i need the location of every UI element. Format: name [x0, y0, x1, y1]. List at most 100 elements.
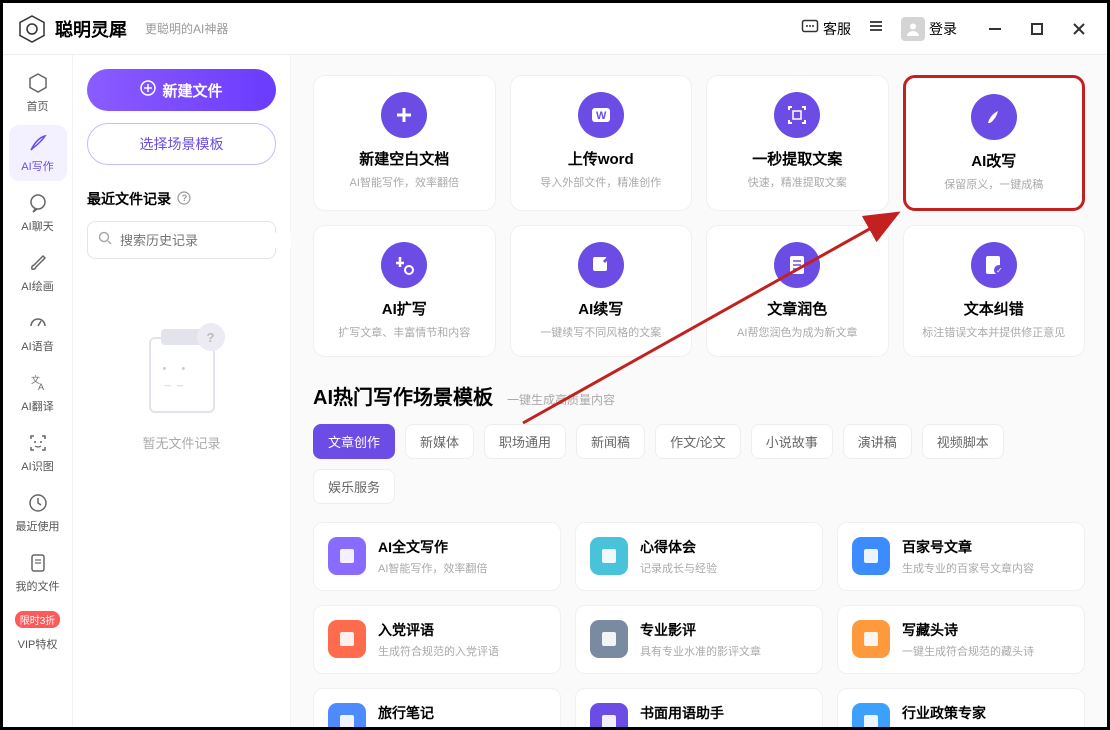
category-tab-7[interactable]: 视频脚本 [922, 424, 1004, 459]
card-subtitle: AI帮您润色为成为新文章 [715, 324, 880, 340]
feature-card-6[interactable]: 文章润色 AI帮您润色为成为新文章 [706, 225, 889, 357]
card-icon [971, 94, 1017, 140]
template-icon [590, 620, 628, 658]
empty-text: 暂无文件记录 [87, 433, 276, 452]
template-card-3[interactable]: 入党评语生成符合规范的入党评语 [313, 605, 561, 674]
template-icon [852, 620, 890, 658]
feature-card-3[interactable]: AI改写保留原义，一键成稿 [903, 75, 1086, 211]
chat-bubble-icon [27, 192, 49, 214]
card-subtitle: 标注错误文本并提供修正意见 [912, 324, 1077, 340]
card-icon [381, 242, 427, 288]
card-subtitle: AI智能写作，效率翻倍 [322, 174, 487, 190]
scene-template-button[interactable]: 选择场景模板 [87, 123, 276, 165]
card-title: 一秒提取文案 [715, 148, 880, 169]
help-icon[interactable]: ? [177, 191, 191, 208]
nav-home[interactable]: 首页 [9, 65, 67, 121]
support-button[interactable]: 客服 [801, 18, 851, 39]
template-card-4[interactable]: 专业影评具有专业水准的影评文章 [575, 605, 823, 674]
card-title: AI改写 [914, 150, 1075, 171]
btn-label: 选择场景模板 [140, 136, 224, 152]
brush-icon [27, 252, 49, 274]
feature-card-4[interactable]: AI扩写扩写文章、丰富情节和内容 [313, 225, 496, 357]
template-icon [328, 703, 366, 727]
card-title: 文本纠错 [912, 298, 1077, 319]
template-card-2[interactable]: 百家号文章生成专业的百家号文章内容 [837, 522, 1085, 591]
category-tab-8[interactable]: 娱乐服务 [313, 469, 395, 504]
nav-label: AI写作 [21, 158, 53, 174]
template-title: 行业政策专家 [902, 703, 1034, 723]
close-button[interactable] [1065, 15, 1093, 43]
nav-myfiles[interactable]: 我的文件 [9, 545, 67, 601]
category-tab-5[interactable]: 小说故事 [751, 424, 833, 459]
nav-ai-translate[interactable]: 文AAI翻译 [9, 365, 67, 421]
svg-text:?: ? [182, 193, 188, 203]
template-title: 心得体会 [640, 537, 717, 557]
vip-discount-badge: 限时3折 [15, 611, 61, 628]
template-icon [852, 537, 890, 575]
template-card-8[interactable]: 行业政策专家根据行业名称提供政策框架 [837, 688, 1085, 727]
feature-card-7[interactable]: ✓ 文本纠错标注错误文本并提供修正意见 [903, 225, 1086, 357]
template-subtitle: 高效智能写作好帮手 [640, 726, 739, 727]
empty-clipboard-icon: ? • •__ [137, 319, 227, 419]
template-icon [328, 537, 366, 575]
category-tab-4[interactable]: 作文/论文 [655, 424, 741, 459]
card-title: AI续写 [519, 298, 684, 319]
template-card-0[interactable]: AI全文写作AI智能写作，效率翻倍 [313, 522, 561, 591]
speedometer-icon [27, 312, 49, 334]
category-tab-2[interactable]: 职场通用 [484, 424, 566, 459]
new-file-button[interactable]: 新建文件 [87, 69, 276, 111]
btn-label: 新建文件 [162, 80, 222, 101]
app-tagline: 更聪明的AI神器 [145, 20, 228, 37]
plus-circle-icon [140, 80, 156, 100]
template-card-7[interactable]: 书面用语助手高效智能写作好帮手 [575, 688, 823, 727]
section-subtitle: 一键生成高质量内容 [507, 391, 615, 408]
nav-recent[interactable]: 最近使用 [9, 485, 67, 541]
category-tab-0[interactable]: 文章创作 [313, 424, 395, 459]
template-subtitle: 根据行业名称提供政策框架 [902, 726, 1034, 727]
menu-icon[interactable] [867, 17, 885, 40]
feature-card-1[interactable]: W上传word导入外部文件，精准创作 [510, 75, 693, 211]
card-icon [578, 242, 624, 288]
nav-vip[interactable]: VIP特权 [9, 632, 67, 652]
template-title: 写藏头诗 [902, 620, 1034, 640]
login-button[interactable]: 登录 [901, 17, 957, 41]
app-name: 聪明灵犀 [55, 16, 127, 42]
nav-label: AI聊天 [21, 218, 53, 234]
template-subtitle: 生成符合规范的入党评语 [378, 643, 499, 659]
nav-label: AI语音 [21, 338, 53, 354]
template-subtitle: 生成专业的百家号文章内容 [902, 560, 1034, 576]
template-card-6[interactable]: 旅行笔记高效记录旅行中的点滴 [313, 688, 561, 727]
svg-text:A: A [38, 382, 44, 392]
maximize-button[interactable] [1023, 15, 1051, 43]
nav-label: AI识图 [21, 458, 53, 474]
card-icon: ✓ [971, 242, 1017, 288]
feature-card-5[interactable]: AI续写一键续写不同风格的文案 [510, 225, 693, 357]
section-title: AI热门写作场景模板 [313, 381, 493, 410]
category-tab-6[interactable]: 演讲稿 [843, 424, 912, 459]
nav-label: 首页 [27, 98, 49, 114]
category-tab-1[interactable]: 新媒体 [405, 424, 474, 459]
feature-card-0[interactable]: 新建空白文档 AI智能写作，效率翻倍 [313, 75, 496, 211]
card-title: 新建空白文档 [322, 148, 487, 169]
nav-label: 最近使用 [16, 518, 60, 534]
nav-ai-image[interactable]: AI识图 [9, 425, 67, 481]
nav-ai-write[interactable]: AI写作 [9, 125, 67, 181]
template-card-1[interactable]: 心得体会记录成长与经验 [575, 522, 823, 591]
nav-ai-voice[interactable]: AI语音 [9, 305, 67, 361]
hexagon-icon [27, 72, 49, 94]
card-title: 文章润色 [715, 298, 880, 319]
template-title: 书面用语助手 [640, 703, 739, 723]
search-input[interactable] [87, 221, 276, 259]
nav-label: AI绘画 [21, 278, 53, 294]
template-icon [328, 620, 366, 658]
category-tab-3[interactable]: 新闻稿 [576, 424, 645, 459]
minimize-button[interactable] [981, 15, 1009, 43]
search-field[interactable] [120, 233, 296, 248]
template-card-5[interactable]: 写藏头诗一键生成符合规范的藏头诗 [837, 605, 1085, 674]
feature-card-2[interactable]: 一秒提取文案快速，精准提取文案 [706, 75, 889, 211]
template-title: 百家号文章 [902, 537, 1034, 557]
template-title: AI全文写作 [378, 537, 487, 557]
nav-ai-draw[interactable]: AI绘画 [9, 245, 67, 301]
side-panel: 新建文件 选择场景模板 最近文件记录 ? ? • •__ 暂无文件记录 [73, 55, 291, 727]
nav-ai-chat[interactable]: AI聊天 [9, 185, 67, 241]
